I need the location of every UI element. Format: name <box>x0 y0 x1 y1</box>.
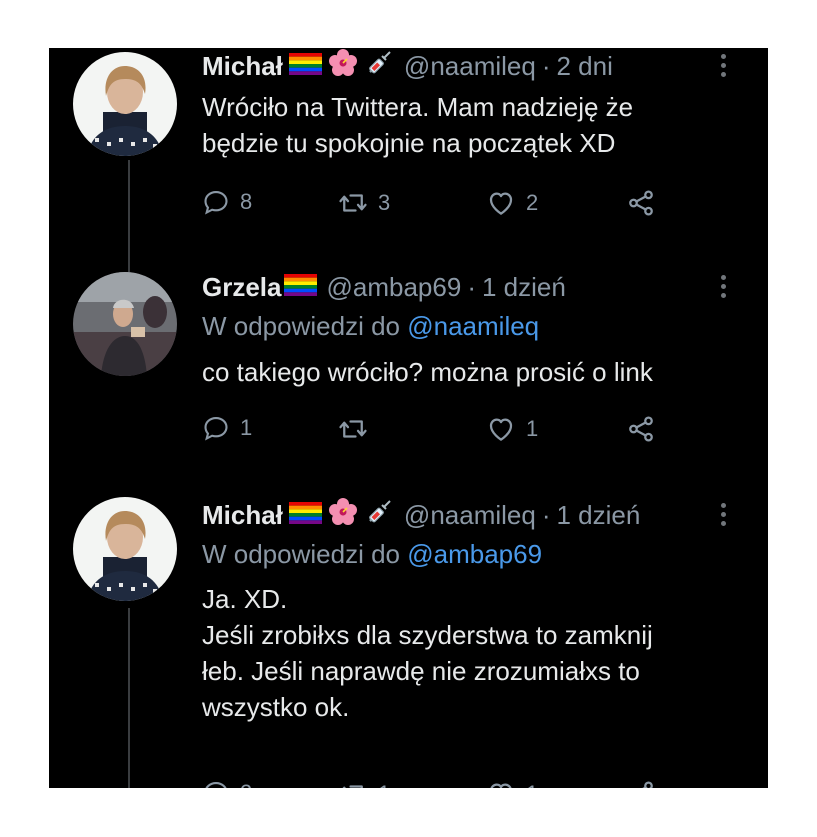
retweet-count: 1 <box>378 781 390 788</box>
retweet-button[interactable]: 1 <box>338 779 390 788</box>
like-icon <box>486 414 516 444</box>
more-icon[interactable] <box>719 503 727 531</box>
separator: · <box>541 499 551 530</box>
reply-context: W odpowiedzi do @ambap69 <box>202 539 542 570</box>
author-handle[interactable]: @ambap69 <box>327 272 462 303</box>
reply-button[interactable]: 8 <box>202 188 252 216</box>
retweet-icon <box>338 779 368 788</box>
share-icon <box>626 188 656 218</box>
reply-prefix: W odpowiedzi do <box>202 539 408 569</box>
tweet-text-line: Wróciło na Twittera. Mam nadzieję że <box>202 92 634 122</box>
tweet-text-line: co takiego wróciło? można prosić o link <box>202 357 653 387</box>
reply-count: 2 <box>240 780 252 788</box>
share-button[interactable] <box>626 779 656 788</box>
tweet-header: Grzela @ambap69 · 1 dzień <box>202 269 566 305</box>
retweet-count: 3 <box>378 190 391 215</box>
syringe-emoji <box>364 48 394 85</box>
avatar[interactable] <box>73 497 177 601</box>
rainbow-flag-emoji <box>289 500 322 531</box>
like-icon <box>486 779 516 788</box>
like-count: 1 <box>526 416 539 441</box>
share-button[interactable] <box>626 414 656 444</box>
tweet-header: Michał @naamileq · 1 dzień <box>202 497 640 533</box>
tweet[interactable]: Michał @naamileq · 1 dzień W odpowiedzi … <box>49 497 768 788</box>
reply-button[interactable]: 2 <box>202 779 252 788</box>
rainbow-flag-emoji <box>289 51 322 82</box>
reply-count: 1 <box>240 415 253 440</box>
avatar[interactable] <box>73 272 177 376</box>
tweet-actions: 8 3 2 <box>202 188 722 224</box>
tweet-text-line: będzie tu spokojnie na początek XD <box>202 128 616 158</box>
tweet[interactable]: Michał @naamileq · 2 dni Wróciło na Twit… <box>49 48 768 268</box>
like-button[interactable]: 1 <box>486 414 538 444</box>
tweet-text: Ja. XD. Jeśli zrobiłxs dla szyderstwa to… <box>202 581 742 725</box>
separator: · <box>467 271 476 302</box>
reply-icon <box>202 188 230 216</box>
tweet[interactable]: Grzela @ambap69 · 1 dzień W odpowiedzi d… <box>49 269 768 489</box>
like-button[interactable]: 1 <box>486 779 538 788</box>
retweet-button[interactable]: 3 <box>338 188 390 218</box>
like-icon <box>486 188 516 218</box>
author-name[interactable]: Michał <box>202 500 283 531</box>
tweet-actions: 2 1 1 <box>202 779 722 788</box>
avatar[interactable] <box>73 52 177 156</box>
separator: · <box>541 50 551 81</box>
syringe-emoji <box>364 497 394 534</box>
author-handle[interactable]: @naamileq <box>404 51 536 82</box>
tweet-text-line: Jeśli zrobiłxs dla szyderstwa to zamknij <box>202 620 653 650</box>
reply-count: 8 <box>240 189 253 214</box>
tweet-text-line: Ja. XD. <box>202 584 288 614</box>
tweet-text: Wróciło na Twittera. Mam nadzieję że będ… <box>202 89 742 161</box>
more-icon[interactable] <box>719 275 727 303</box>
author-name[interactable]: Grzela <box>202 272 282 303</box>
retweet-button[interactable] <box>338 414 378 444</box>
rainbow-flag-emoji <box>284 272 317 303</box>
hibiscus-emoji <box>328 497 358 534</box>
retweet-icon <box>338 414 368 444</box>
tweet-text-line: łeb. Jeśli naprawdę nie zrozumiałxs to <box>202 656 640 686</box>
retweet-icon <box>338 188 368 218</box>
like-button[interactable]: 2 <box>486 188 538 218</box>
like-count: 2 <box>526 190 539 215</box>
timestamp[interactable]: 2 dni <box>557 51 613 82</box>
thread-panel: Michał @naamileq · 2 dni Wróciło na Twit… <box>49 48 768 788</box>
author-handle[interactable]: @naamileq <box>404 500 536 531</box>
tweet-text: co takiego wróciło? można prosić o link <box>202 354 742 390</box>
like-count: 1 <box>526 781 538 788</box>
reply-mention-link[interactable]: @naamileq <box>407 311 539 341</box>
more-icon[interactable] <box>719 54 727 82</box>
reply-prefix: W odpowiedzi do <box>202 311 408 341</box>
tweet-text-line: wszystko ok. <box>202 692 350 722</box>
share-icon <box>626 779 656 788</box>
reply-button[interactable]: 1 <box>202 414 252 442</box>
author-name[interactable]: Michał <box>202 51 283 82</box>
hibiscus-emoji <box>328 48 358 85</box>
timestamp[interactable]: 1 dzień <box>557 500 641 531</box>
reply-mention-link[interactable]: @ambap69 <box>407 539 542 569</box>
reply-icon <box>202 779 230 788</box>
tweet-actions: 1 1 <box>202 414 722 450</box>
reply-icon <box>202 414 230 442</box>
share-button[interactable] <box>626 188 656 218</box>
share-icon <box>626 414 656 444</box>
tweet-header: Michał @naamileq · 2 dni <box>202 48 613 84</box>
reply-context: W odpowiedzi do @naamileq <box>202 311 539 342</box>
timestamp[interactable]: 1 dzień <box>482 272 566 303</box>
